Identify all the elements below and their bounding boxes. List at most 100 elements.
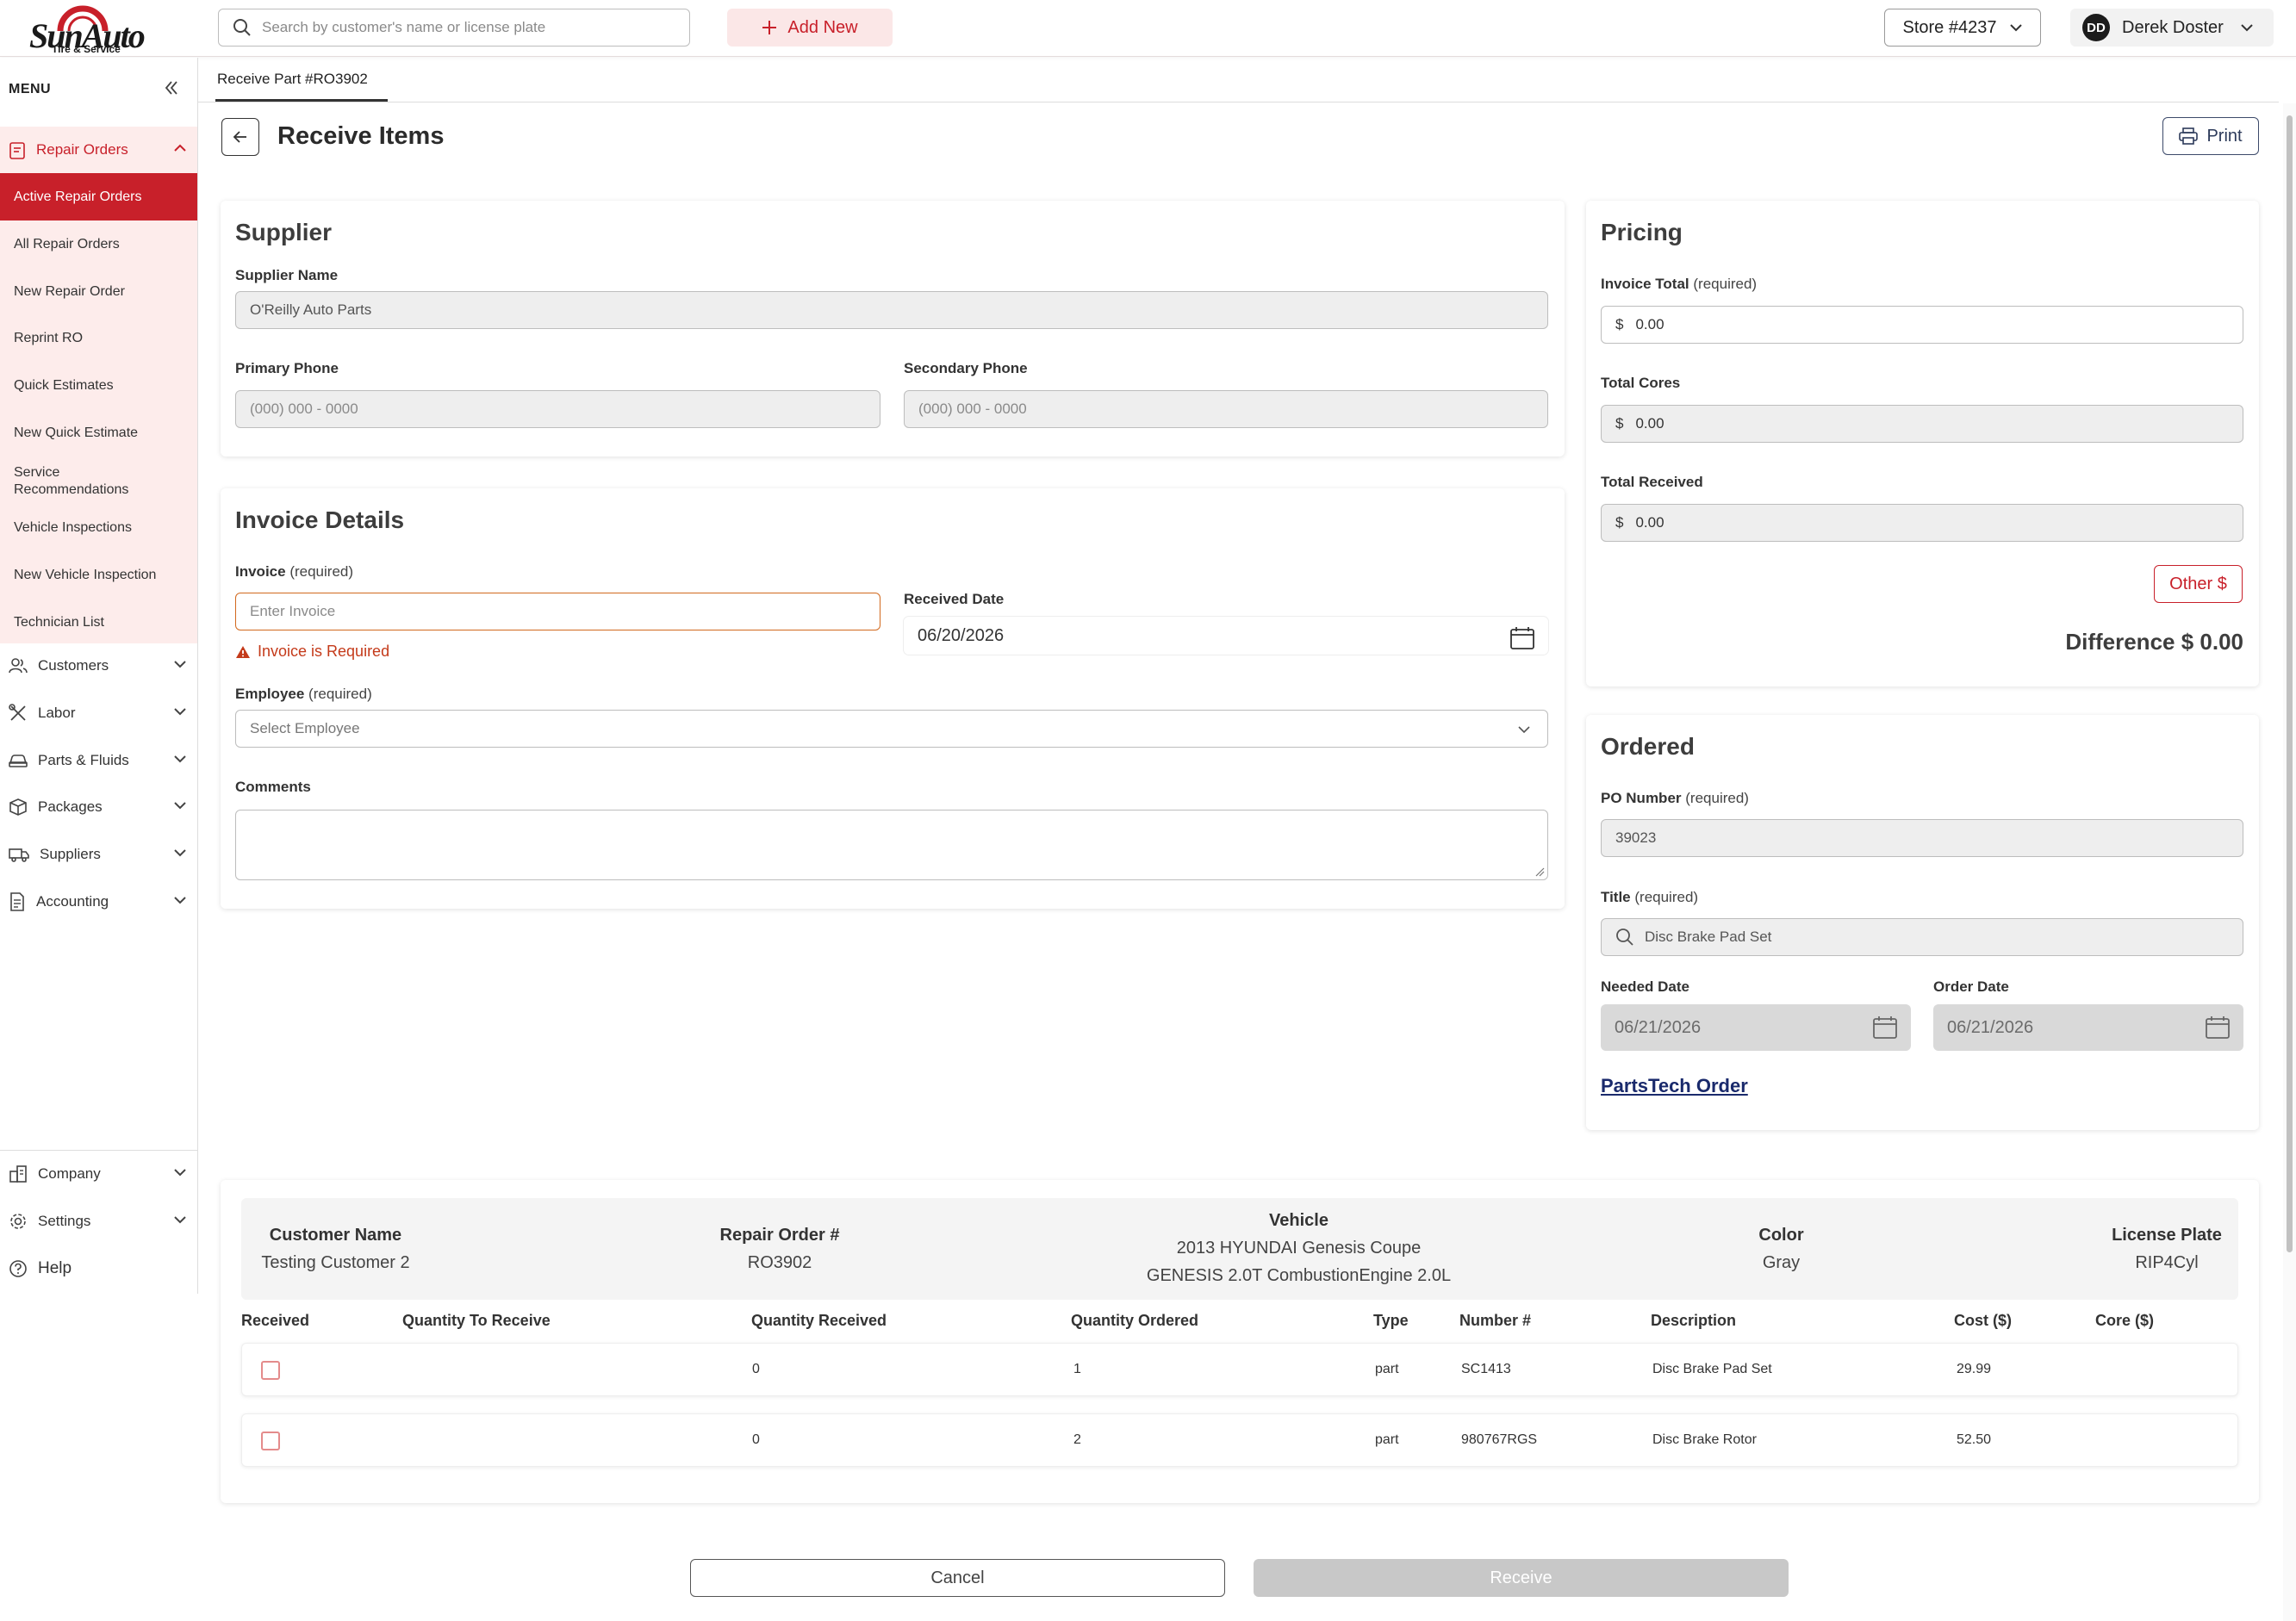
receive-button[interactable]: Receive (1254, 1559, 1789, 1597)
sidebar-item-label: Parts & Fluids (38, 752, 129, 768)
repair-order-label: Repair Order # (719, 1226, 840, 1245)
sidebar-item-vehicle-inspections[interactable]: Vehicle Inspections (0, 504, 197, 551)
secondary-phone-field[interactable]: (000) 000 - 0000 (904, 390, 1548, 428)
partstech-order-link[interactable]: PartsTech Order (1601, 1075, 1748, 1097)
sidebar-item-active-repair-orders[interactable]: Active Repair Orders (0, 173, 197, 220)
sidebar-item-company[interactable]: Company (0, 1151, 197, 1197)
sidebar-item-new-vehicle-inspection[interactable]: New Vehicle Inspection (0, 551, 197, 599)
page-title: Receive Items (277, 122, 445, 150)
sidebar-item-new-repair-order[interactable]: New Repair Order (0, 268, 197, 315)
sidebar-item-help[interactable]: Help (0, 1245, 197, 1292)
needed-date-field: 06/21/2026 (1601, 1004, 1911, 1051)
currency-symbol: $ (1615, 514, 1624, 531)
vehicle-line2: GENESIS 2.0T CombustionEngine 2.0L (1146, 1266, 1452, 1285)
primary-phone-field[interactable]: (000) 000 - 0000 (235, 390, 880, 428)
order-date-label: Order Date (1933, 978, 2009, 995)
received-date-field[interactable]: 06/20/2026 (904, 617, 1548, 655)
resize-handle-icon[interactable] (1534, 866, 1545, 877)
sidebar-item-new-quick-estimate[interactable]: New Quick Estimate (0, 409, 197, 456)
arrow-left-icon (233, 131, 246, 143)
col-header-cost: Cost ($) (1954, 1312, 2012, 1329)
chevron-down-icon (174, 849, 186, 857)
received-checkbox[interactable] (261, 1361, 280, 1380)
add-new-button[interactable]: Add New (727, 9, 893, 47)
received-date-value: 06/20/2026 (918, 625, 1005, 645)
truck-icon (9, 848, 29, 862)
invoice-title: Invoice Details (235, 506, 405, 533)
invoice-total-input[interactable]: $ 0.00 (1601, 306, 2243, 344)
sidebar-item-technician-list[interactable]: Technician List (0, 599, 197, 646)
sidebar-item-labor[interactable]: Labor (0, 690, 197, 736)
user-menu[interactable]: DD Derek Doster (2070, 9, 2274, 47)
col-header-quantity-ordered: Quantity Ordered (1071, 1312, 1199, 1329)
sidebar-item-label: Repair Orders (36, 141, 128, 158)
cancel-button[interactable]: Cancel (690, 1559, 1225, 1597)
supplier-title: Supplier (235, 219, 333, 245)
received-checkbox[interactable] (261, 1432, 280, 1450)
sidebar-item-all-repair-orders[interactable]: All Repair Orders (0, 220, 197, 268)
comments-textarea[interactable] (235, 810, 1548, 880)
print-button[interactable]: Print (2162, 117, 2259, 155)
description-cell: Disc Brake Rotor (1652, 1432, 1757, 1447)
tab-receive-part[interactable]: Receive Part #RO3902 (215, 59, 388, 102)
sidebar-item-quick-estimates[interactable]: Quick Estimates (0, 362, 197, 409)
sidebar-item-service-recommendations[interactable]: Service Recommendations (0, 457, 129, 505)
table-row: 0 2 part 980767RGS Disc Brake Rotor 52.5… (241, 1413, 2238, 1467)
chevron-up-icon (174, 144, 186, 152)
col-header-received: Received (241, 1312, 310, 1329)
vehicle-label: Vehicle (1269, 1211, 1328, 1230)
sidebar-item-label: Settings (38, 1213, 91, 1229)
search-bar[interactable] (218, 9, 690, 47)
sidebar: MENU Repair Orders Active Repair Orders … (0, 58, 198, 1294)
car-icon (9, 755, 28, 767)
page-scrollbar[interactable] (2283, 103, 2296, 1621)
col-header-quantity-received: Quantity Received (751, 1312, 887, 1329)
col-header-core: Core ($) (2095, 1312, 2155, 1329)
po-number-field[interactable]: 39023 (1601, 819, 2243, 857)
total-cores-value: 0.00 (1635, 415, 1664, 432)
qty-received-cell: 0 (752, 1362, 760, 1376)
sidebar-item-settings[interactable]: Settings (0, 1198, 197, 1245)
chevron-down-icon (174, 708, 186, 716)
warning-icon (236, 645, 250, 658)
store-label: Store #4237 (1902, 17, 1997, 37)
print-label: Print (2206, 126, 2243, 146)
required-text: (required) (1634, 889, 1699, 905)
gear-icon (10, 1214, 26, 1229)
sidebar-item-repair-orders[interactable]: Repair Orders (0, 127, 197, 173)
collapse-menu-icon[interactable] (164, 80, 179, 96)
sidebar-item-label: Customers (38, 657, 109, 674)
total-received-value: 0.00 (1635, 514, 1664, 531)
color-col: Color Gray (1740, 1221, 1822, 1276)
other-amount-button[interactable]: Other $ (2154, 565, 2243, 603)
sidebar-item-packages[interactable]: Packages (0, 784, 197, 830)
calendar-icon[interactable] (1510, 627, 1534, 649)
sidebar-item-reprint-ro[interactable]: Reprint RO (0, 314, 197, 362)
menu-heading: MENU (9, 82, 52, 96)
employee-select[interactable]: Select Employee (235, 710, 1548, 748)
invoice-input[interactable]: Enter Invoice (235, 593, 880, 630)
sunauto-logo[interactable]: SunAuto Tire & Service (26, 5, 146, 55)
tools-icon (9, 704, 26, 721)
repair-order-col: Repair Order # RO3902 (689, 1221, 870, 1276)
supplier-name-field[interactable]: O'Reilly Auto Parts (235, 291, 1548, 329)
customer-name-value: Testing Customer 2 (261, 1253, 410, 1272)
sidebar-item-parts-fluids[interactable]: Parts & Fluids (0, 737, 197, 784)
primary-phone-label: Primary Phone (235, 360, 339, 376)
sidebar-item-customers[interactable]: Customers (0, 643, 197, 689)
chevron-down-icon (174, 661, 186, 668)
part-title-field[interactable]: Disc Brake Pad Set (1601, 918, 2243, 956)
search-input[interactable] (262, 19, 675, 36)
vehicle-line1: 2013 HYUNDAI Genesis Coupe (1176, 1239, 1422, 1258)
sidebar-item-suppliers[interactable]: Suppliers (0, 831, 197, 878)
search-icon (1616, 929, 1633, 946)
sidebar-item-accounting[interactable]: Accounting (0, 879, 197, 925)
title-label: Title (required) (1601, 889, 1698, 906)
back-button[interactable] (221, 118, 259, 156)
add-new-label: Add New (787, 17, 858, 37)
document-icon (10, 892, 24, 911)
difference-total: Difference $ 0.00 (2065, 629, 2243, 655)
store-selector[interactable]: Store #4237 (1884, 9, 2041, 47)
scrollbar-thumb[interactable] (2287, 115, 2293, 1252)
color-value: Gray (1762, 1253, 1801, 1272)
